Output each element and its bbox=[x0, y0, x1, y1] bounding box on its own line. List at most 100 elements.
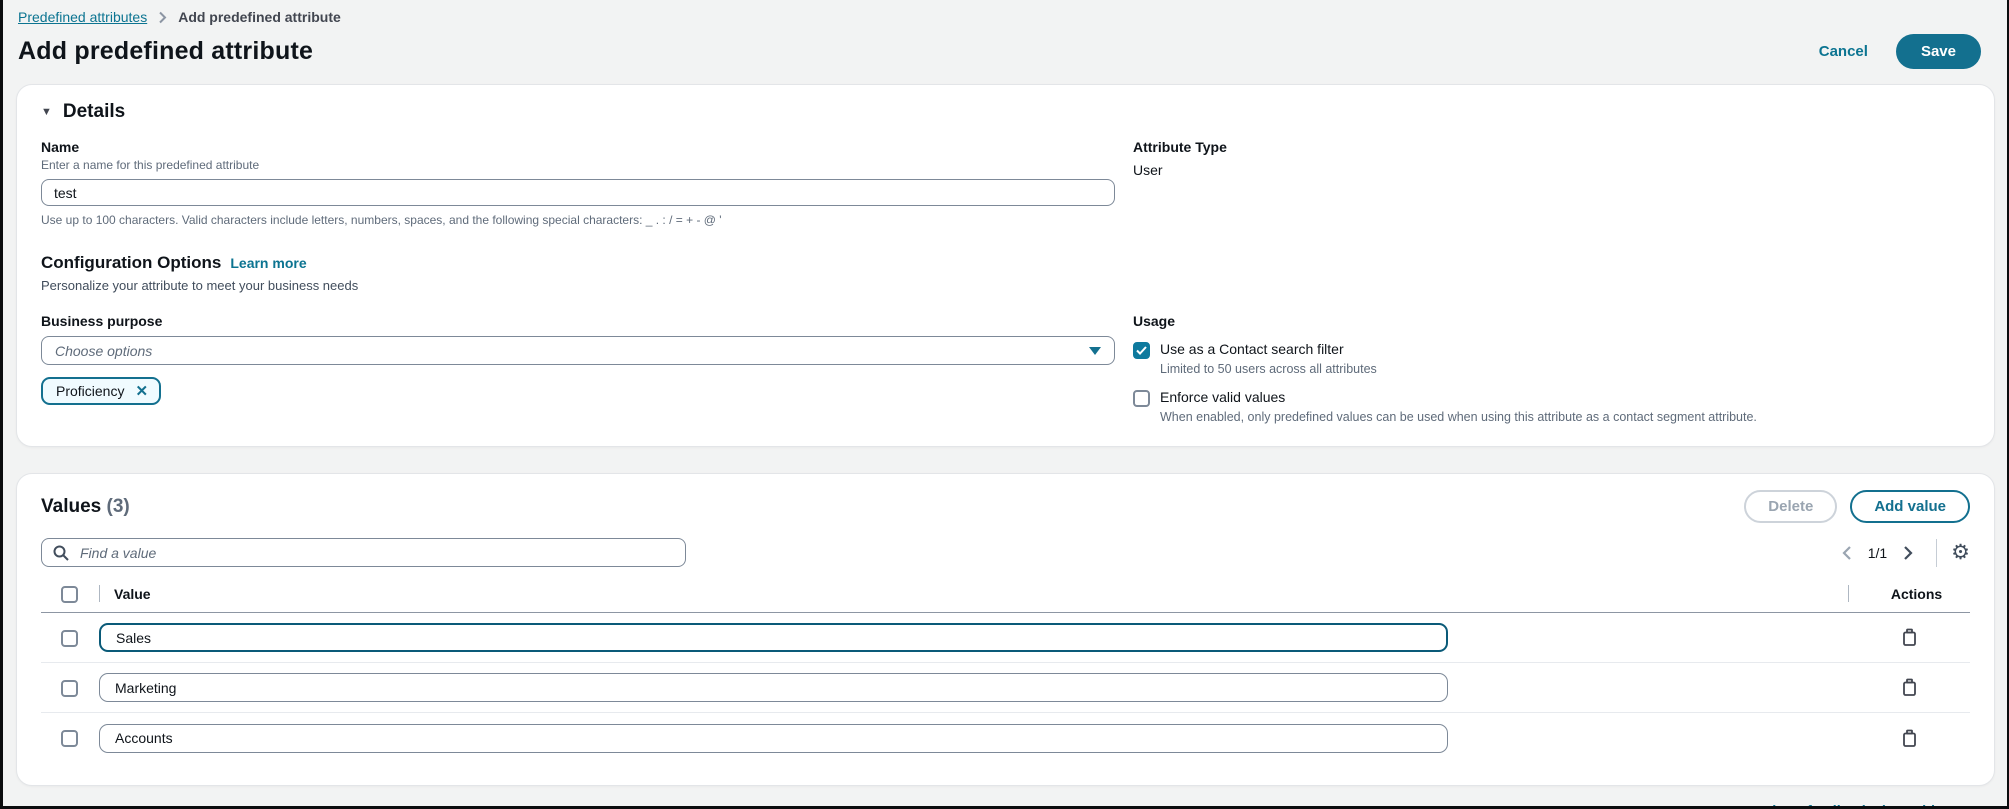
details-grid: Name Enter a name for this predefined at… bbox=[41, 139, 1970, 424]
actions-cell bbox=[1848, 727, 1970, 750]
configuration-options-description: Personalize your attribute to meet your … bbox=[41, 278, 1115, 293]
app-window: Predefined attributes Add predefined att… bbox=[0, 0, 2009, 809]
breadcrumb-current: Add predefined attribute bbox=[178, 9, 341, 25]
breadcrumb: Predefined attributes Add predefined att… bbox=[16, 9, 1995, 25]
value-input[interactable] bbox=[99, 673, 1448, 702]
usage-option-description: Limited to 50 users across all attribute… bbox=[1160, 362, 1377, 376]
learn-more-link[interactable]: Learn more bbox=[230, 255, 306, 271]
business-purpose-group: Business purpose Choose options Proficie… bbox=[41, 313, 1115, 424]
row-checkbox[interactable] bbox=[61, 730, 78, 747]
value-input[interactable] bbox=[99, 724, 1448, 753]
configuration-options-header: Configuration Options Learn more bbox=[41, 253, 1115, 273]
configuration-options-title: Configuration Options bbox=[41, 253, 221, 273]
name-description: Enter a name for this predefined attribu… bbox=[41, 158, 1115, 172]
details-panel: ▼ Details Name Enter a name for this pre… bbox=[16, 84, 1995, 447]
pagination: 1/1 ⚙ bbox=[1835, 539, 1970, 567]
page-footer: Share feedback about this page bbox=[16, 786, 1995, 809]
usage-option-contact-search-filter[interactable]: Use as a Contact search filter Limited t… bbox=[1133, 341, 1970, 376]
actions-cell bbox=[1848, 676, 1970, 699]
value-column-label: Value bbox=[114, 586, 151, 602]
actions-cell bbox=[1848, 626, 1970, 649]
usage-label: Usage bbox=[1133, 313, 1970, 329]
page-header: Add predefined attribute Cancel Save bbox=[16, 34, 1995, 69]
next-page-button[interactable] bbox=[1897, 541, 1920, 565]
value-cell bbox=[99, 623, 1848, 652]
checkbox-contact-search-filter[interactable] bbox=[1133, 342, 1150, 359]
table-row bbox=[41, 613, 1970, 663]
add-value-button[interactable]: Add value bbox=[1850, 490, 1970, 523]
select-all-cell bbox=[41, 585, 99, 603]
value-cell bbox=[99, 724, 1848, 753]
details-section-title: Details bbox=[63, 101, 125, 123]
attribute-type-label: Attribute Type bbox=[1133, 139, 1970, 155]
row-select-cell bbox=[41, 629, 99, 647]
details-section-header[interactable]: ▼ Details bbox=[41, 101, 1970, 123]
value-search-input[interactable] bbox=[78, 544, 674, 562]
values-actions: Delete Add value bbox=[1744, 490, 1970, 523]
values-table-header: Value Actions bbox=[41, 575, 1970, 613]
business-purpose-placeholder: Choose options bbox=[55, 343, 152, 359]
proficiency-token: Proficiency ✕ bbox=[41, 377, 161, 405]
select-all-checkbox[interactable] bbox=[61, 586, 78, 603]
name-input[interactable] bbox=[41, 179, 1115, 206]
values-count: (3) bbox=[107, 496, 130, 517]
delete-row-button[interactable] bbox=[1899, 676, 1920, 699]
values-toolbar: 1/1 ⚙ bbox=[41, 538, 1970, 567]
page-title: Add predefined attribute bbox=[18, 37, 313, 66]
chevron-right-icon bbox=[158, 11, 167, 24]
delete-row-button[interactable] bbox=[1899, 727, 1920, 750]
attribute-type-value: User bbox=[1133, 162, 1970, 178]
name-field-group: Name Enter a name for this predefined at… bbox=[41, 139, 1115, 227]
gear-icon[interactable]: ⚙ bbox=[1951, 542, 1970, 563]
page-indicator: 1/1 bbox=[1868, 545, 1887, 561]
actions-column-label: Actions bbox=[1891, 586, 1942, 602]
page-content: Predefined attributes Add predefined att… bbox=[3, 0, 2007, 809]
row-select-cell bbox=[41, 679, 99, 697]
delete-row-button[interactable] bbox=[1899, 626, 1920, 649]
usage-option-label: Enforce valid values bbox=[1160, 389, 1285, 405]
toolbar-divider bbox=[1936, 539, 1937, 567]
values-title: Values (3) bbox=[41, 496, 130, 518]
value-input[interactable] bbox=[99, 623, 1448, 652]
business-purpose-label: Business purpose bbox=[41, 313, 1115, 329]
save-button[interactable]: Save bbox=[1896, 34, 1981, 69]
caret-down-icon[interactable]: ▼ bbox=[41, 107, 52, 118]
name-label: Name bbox=[41, 139, 1115, 155]
cancel-button[interactable]: Cancel bbox=[1819, 43, 1868, 60]
attribute-type-group: Attribute Type User bbox=[1133, 139, 1970, 227]
usage-group: Usage Use as a Contact search filter Lim… bbox=[1133, 313, 1970, 424]
trash-icon bbox=[1901, 729, 1918, 748]
search-icon bbox=[53, 545, 69, 561]
values-title-text: Values bbox=[41, 496, 101, 517]
values-header: Values (3) Delete Add value bbox=[41, 490, 1970, 523]
business-purpose-select[interactable]: Choose options bbox=[41, 336, 1115, 365]
name-constraint-text: Use up to 100 characters. Valid characte… bbox=[41, 213, 1115, 227]
previous-page-button[interactable] bbox=[1835, 541, 1858, 565]
configuration-options-group: Configuration Options Learn more Persona… bbox=[41, 227, 1115, 293]
row-select-cell bbox=[41, 729, 99, 747]
share-feedback-link[interactable]: Share feedback about this page bbox=[1763, 804, 1981, 809]
header-actions: Cancel Save bbox=[1819, 34, 1995, 69]
column-divider bbox=[1848, 585, 1849, 602]
value-column-header: Value bbox=[99, 585, 1848, 602]
dropdown-caret-icon bbox=[1089, 347, 1101, 355]
trash-icon bbox=[1901, 628, 1918, 647]
values-panel: Values (3) Delete Add value bbox=[16, 473, 1995, 786]
value-search-box[interactable] bbox=[41, 538, 686, 567]
usage-option-label: Use as a Contact search filter bbox=[1160, 341, 1344, 357]
row-checkbox[interactable] bbox=[61, 680, 78, 697]
token-label: Proficiency bbox=[56, 383, 124, 399]
usage-option-enforce-valid-values[interactable]: Enforce valid values When enabled, only … bbox=[1133, 389, 1970, 424]
trash-icon bbox=[1901, 678, 1918, 697]
breadcrumb-link-predefined-attributes[interactable]: Predefined attributes bbox=[18, 9, 147, 25]
actions-column-header: Actions bbox=[1848, 585, 1970, 602]
table-row bbox=[41, 713, 1970, 763]
value-cell bbox=[99, 673, 1848, 702]
token-dismiss-icon[interactable]: ✕ bbox=[135, 384, 148, 399]
usage-option-description: When enabled, only predefined values can… bbox=[1160, 410, 1757, 424]
checkbox-enforce-valid-values[interactable] bbox=[1133, 390, 1150, 407]
table-row bbox=[41, 663, 1970, 713]
column-divider bbox=[99, 585, 100, 602]
delete-button[interactable]: Delete bbox=[1744, 490, 1837, 523]
row-checkbox[interactable] bbox=[61, 630, 78, 647]
